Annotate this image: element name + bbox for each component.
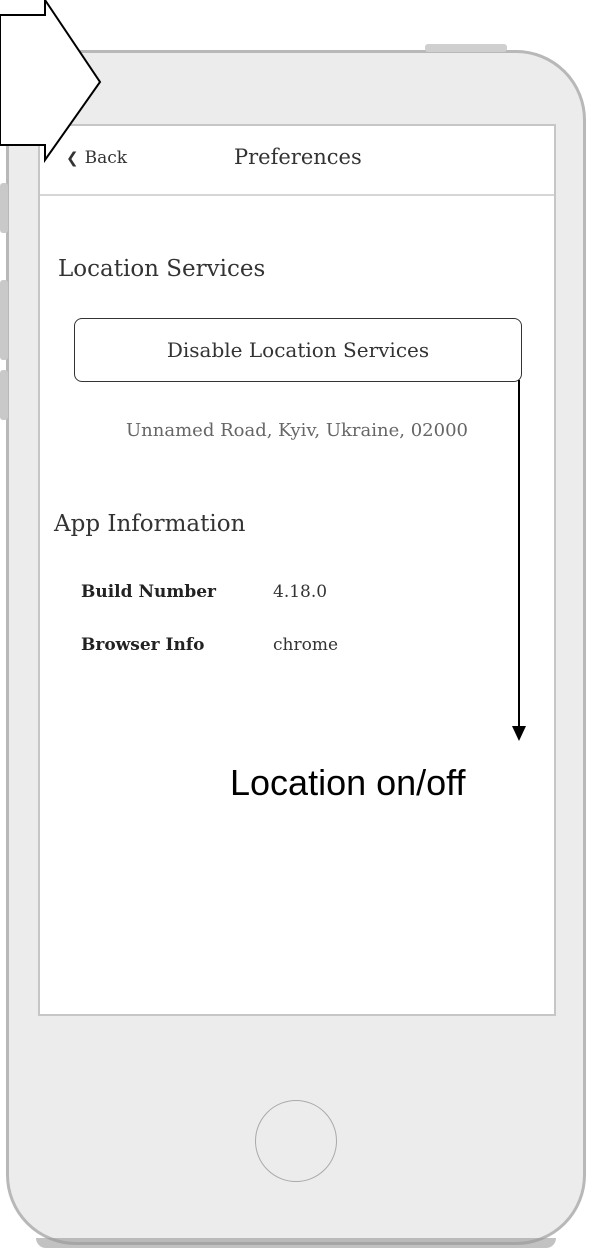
annotation-overlay: [0, 0, 526, 741]
arrow-pointer-icon: [0, 0, 102, 164]
annotation-label: Location on/off: [230, 762, 466, 803]
connector-arrowhead: [512, 726, 526, 741]
